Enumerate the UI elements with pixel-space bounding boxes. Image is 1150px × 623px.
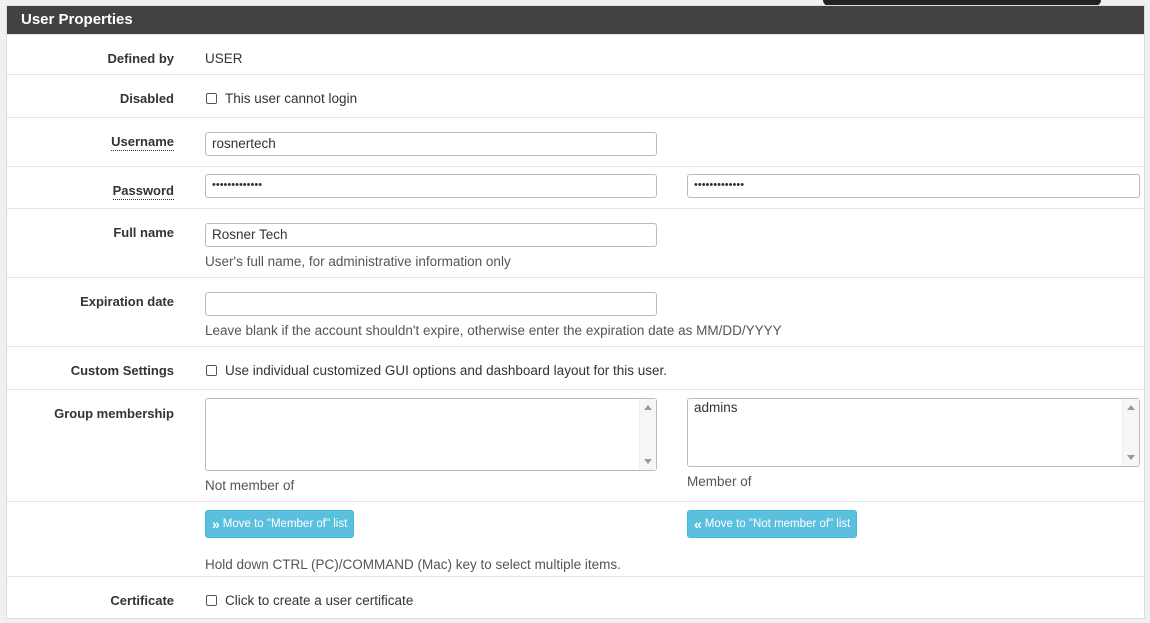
password-input[interactable]: ••••••••••••• bbox=[205, 174, 657, 198]
username-input[interactable]: rosnertech bbox=[205, 132, 657, 156]
full-name-help: User's full name, for administrative inf… bbox=[205, 254, 511, 269]
expiration-date-help: Leave blank if the account shouldn't exp… bbox=[205, 323, 782, 338]
full-name-label: Full name bbox=[113, 225, 174, 240]
panel-title: User Properties bbox=[7, 6, 1144, 34]
row-username: Username rosnertech bbox=[7, 117, 1144, 166]
member-option-admins[interactable]: admins bbox=[694, 400, 738, 415]
expiration-date-input[interactable] bbox=[205, 292, 657, 316]
certificate-checkbox-label: Click to create a user certificate bbox=[225, 593, 414, 608]
scroll-up-icon[interactable] bbox=[644, 405, 652, 410]
disabled-checkbox[interactable]: This user cannot login bbox=[206, 91, 357, 106]
member-scrollbar[interactable] bbox=[1122, 399, 1139, 466]
move-to-member-button-label: Move to "Member of" list bbox=[222, 518, 348, 530]
custom-settings-label: Custom Settings bbox=[70, 363, 174, 378]
certificate-checkbox[interactable]: Click to create a user certificate bbox=[206, 593, 413, 608]
expiration-date-label: Expiration date bbox=[80, 294, 174, 309]
row-group-membership: Group membership Not member of admins Me… bbox=[7, 389, 1144, 501]
username-label: Username bbox=[111, 134, 174, 151]
member-caption: Member of bbox=[687, 474, 752, 489]
row-custom-settings: Custom Settings Use individual customize… bbox=[7, 346, 1144, 389]
row-move-buttons: » Move to "Member of" list « Move to "No… bbox=[7, 501, 1144, 576]
disabled-label: Disabled bbox=[119, 91, 174, 106]
row-expiration-date: Expiration date Leave blank if the accou… bbox=[7, 277, 1144, 346]
scroll-down-icon[interactable] bbox=[1127, 455, 1135, 460]
password-confirm-input[interactable]: ••••••••••••• bbox=[687, 174, 1140, 198]
double-chevron-left-icon: « bbox=[694, 516, 702, 532]
group-membership-label: Group membership bbox=[54, 406, 174, 421]
row-full-name: Full name Rosner Tech User's full name, … bbox=[7, 208, 1144, 277]
row-certificate: Certificate Click to create a user certi… bbox=[7, 576, 1144, 618]
full-name-input[interactable]: Rosner Tech bbox=[205, 223, 657, 247]
row-disabled: Disabled This user cannot login bbox=[7, 74, 1144, 117]
disabled-checkbox-box[interactable] bbox=[206, 93, 217, 104]
move-to-member-button[interactable]: » Move to "Member of" list bbox=[205, 510, 355, 538]
multi-select-help: Hold down CTRL (PC)/COMMAND (Mac) key to… bbox=[205, 557, 621, 572]
scroll-down-icon[interactable] bbox=[644, 459, 652, 464]
move-to-not-member-button[interactable]: « Move to "Not member of" list bbox=[687, 510, 858, 538]
row-defined-by: Defined by USER bbox=[7, 34, 1144, 74]
defined-by-value: USER bbox=[205, 51, 243, 66]
double-chevron-right-icon: » bbox=[212, 516, 220, 532]
row-password: Password ••••••••••••• ••••••••••••• bbox=[7, 166, 1144, 208]
custom-settings-checkbox-box[interactable] bbox=[206, 365, 217, 376]
scroll-up-icon[interactable] bbox=[1127, 405, 1135, 410]
not-member-listbox[interactable] bbox=[205, 398, 657, 471]
custom-settings-checkbox[interactable]: Use individual customized GUI options an… bbox=[206, 363, 667, 378]
defined-by-label: Defined by bbox=[107, 51, 174, 66]
not-member-caption: Not member of bbox=[205, 478, 295, 493]
password-label: Password bbox=[112, 183, 174, 200]
user-properties-panel: User Properties Defined by USER Disabled… bbox=[6, 5, 1145, 619]
custom-settings-checkbox-label: Use individual customized GUI options an… bbox=[225, 363, 667, 378]
move-to-not-member-button-label: Move to "Not member of" list bbox=[704, 518, 851, 530]
disabled-checkbox-label: This user cannot login bbox=[225, 91, 358, 106]
certificate-checkbox-box[interactable] bbox=[206, 595, 217, 606]
not-member-scrollbar[interactable] bbox=[639, 399, 656, 470]
certificate-label: Certificate bbox=[110, 593, 174, 608]
member-listbox[interactable]: admins bbox=[687, 398, 1140, 467]
